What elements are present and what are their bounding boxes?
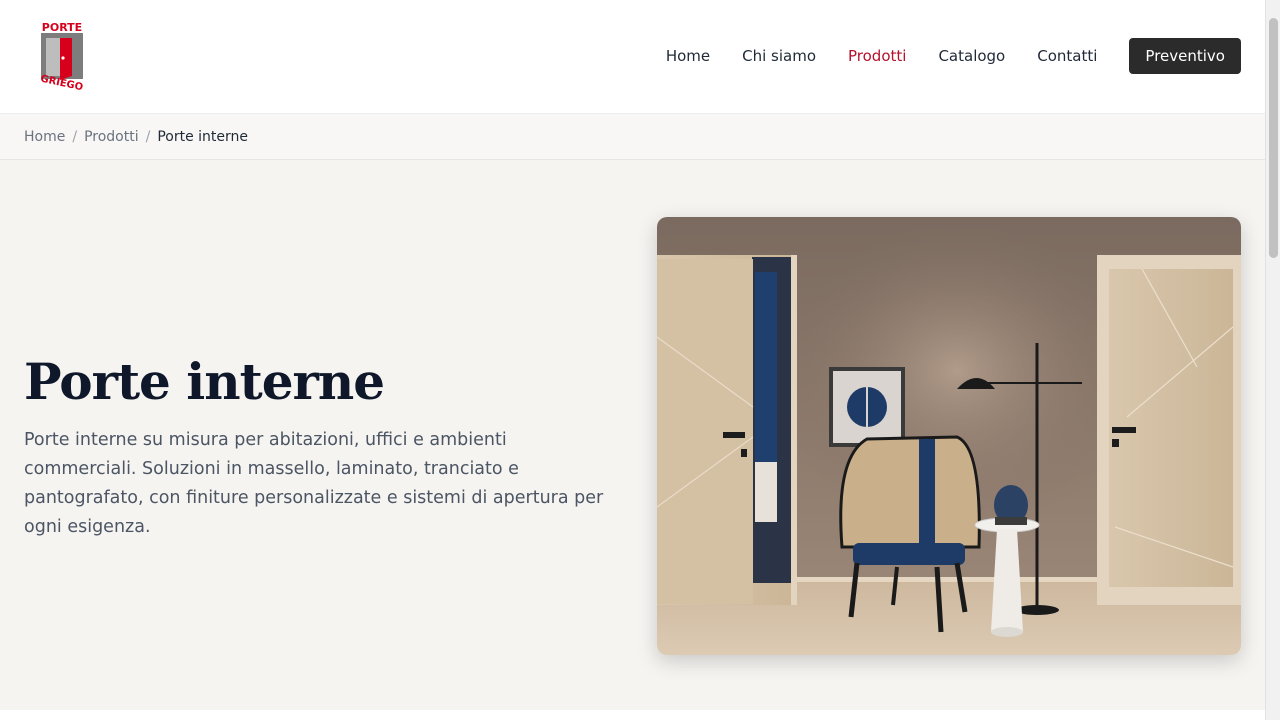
logo-top-text: PORTE [42,21,82,34]
breadcrumb-separator: / [72,128,78,145]
nav-prodotti[interactable]: Prodotti [848,38,906,74]
brand-logo[interactable]: PORTE GRIEGO [36,20,88,93]
scrollbar-thumb[interactable] [1269,18,1278,258]
nav-catalogo[interactable]: Catalogo [938,38,1005,74]
preventivo-button[interactable]: Preventivo [1129,38,1241,74]
page-scrollbar[interactable] [1265,0,1280,720]
breadcrumb-prodotti[interactable]: Prodotti [84,129,139,145]
door-logo-icon: PORTE GRIEGO [39,21,84,93]
main-nav: Home Chi siamo Prodotti Catalogo Contatt… [666,38,1241,74]
breadcrumb: Home / Prodotti / Porte interne [0,114,1265,160]
interior-doors-illustration [657,217,1241,655]
hero-image [657,217,1241,655]
site-header: PORTE GRIEGO Home Chi siamo Prodotti Cat… [0,0,1265,114]
breadcrumb-separator: / [145,128,151,145]
nav-chi-siamo[interactable]: Chi siamo [742,38,816,74]
hero-description: Porte interne su misura per abitazioni, … [24,430,604,537]
nav-home[interactable]: Home [666,38,710,74]
breadcrumb-current: Porte interne [157,128,248,145]
breadcrumb-home[interactable]: Home [24,129,65,145]
page-title: Porte interne [24,352,385,411]
next-section-edge [0,710,1265,720]
nav-contatti[interactable]: Contatti [1037,38,1097,74]
